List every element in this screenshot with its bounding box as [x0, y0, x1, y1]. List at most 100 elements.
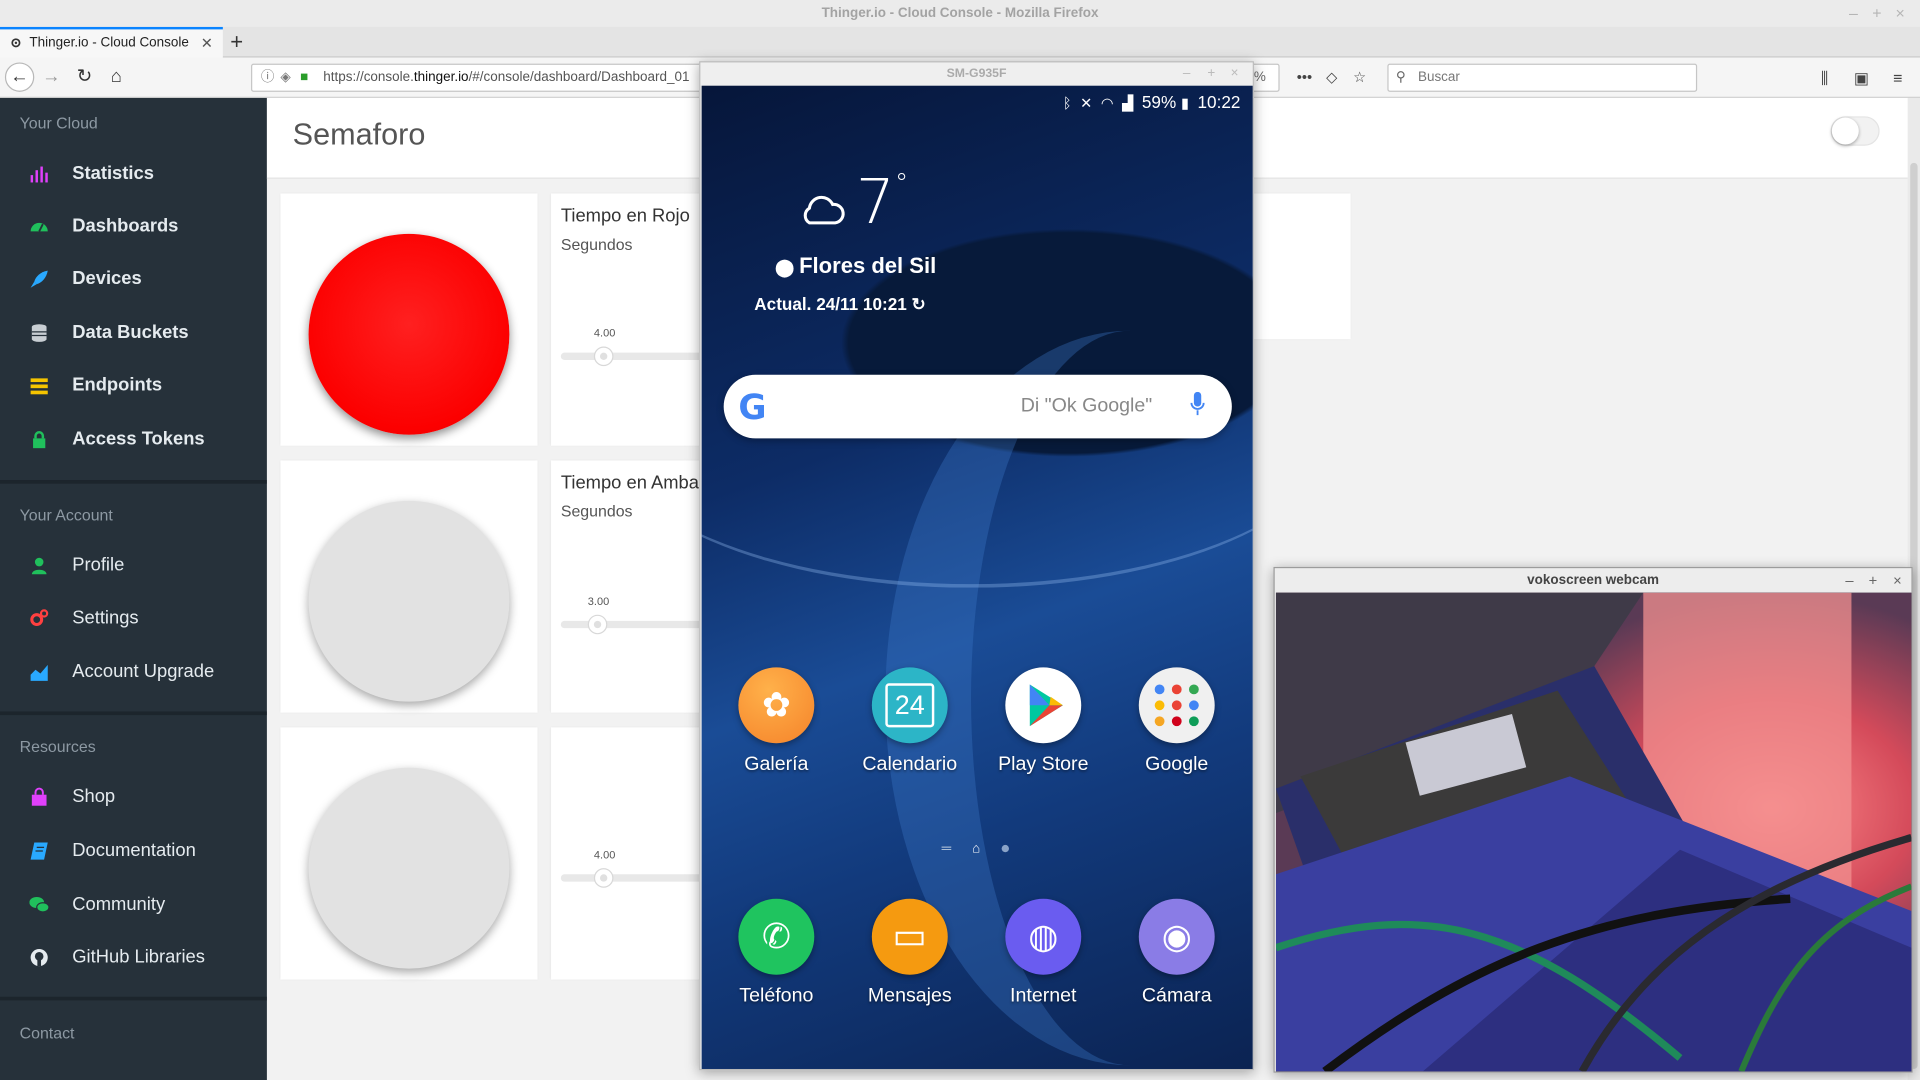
sidebar-item-label: Documentation	[72, 840, 196, 861]
app-telefono[interactable]: ✆ Teléfono	[718, 898, 836, 1008]
app-mensajes[interactable]: ▭ Mensajes	[851, 898, 969, 1008]
slider-widget-amber: Tiempo en Amba Segundos 3.00	[551, 460, 711, 713]
app-label: Cámara	[1141, 985, 1212, 1007]
comments-icon	[29, 896, 49, 913]
microphone-icon[interactable]	[1190, 391, 1205, 416]
sidebar-item-documentation[interactable]: Documentation	[0, 829, 267, 873]
sidebar-item-statistics[interactable]: Statistics	[0, 152, 267, 196]
folder-apps-grid-icon	[1154, 684, 1199, 727]
search-placeholder: Buscar	[1417, 69, 1460, 85]
tab-label: Thinger.io - Cloud Console	[29, 35, 189, 51]
app-play-store[interactable]: Play Store	[984, 667, 1102, 776]
widget-subtitle: Segundos	[560, 235, 633, 254]
library-icon[interactable]: ⫼	[1821, 69, 1828, 89]
weather-location[interactable]: ⬤ Flores del Sil	[775, 253, 936, 279]
home-page-indicator[interactable]: ═ ⌂	[942, 841, 1009, 856]
led-widget-green	[280, 727, 538, 980]
slider-handle[interactable]	[593, 868, 614, 888]
app-internet[interactable]: ◍ Internet	[984, 898, 1102, 1008]
page-dot	[1001, 844, 1009, 853]
reload-icon[interactable]: ↻	[71, 64, 98, 91]
close-window-icon[interactable]: ×	[1896, 4, 1905, 22]
database-icon	[31, 324, 47, 342]
sidebar-toggle-icon[interactable]: ▣	[1854, 69, 1869, 89]
close-window-icon[interactable]: ×	[1893, 568, 1902, 592]
widget-subtitle: Segundos	[560, 502, 633, 521]
phone-screen: ᛒ ✕ ◠ ▟ 59% ▮ 10:22 7° ⬤ Flores del Sil …	[701, 85, 1253, 1069]
minimize-icon[interactable]: –	[1849, 4, 1858, 22]
minimize-icon[interactable]: –	[1183, 62, 1191, 85]
slider-track[interactable]	[560, 874, 708, 882]
sidebar-item-profile[interactable]: Profile	[0, 544, 267, 588]
zoom-indicator[interactable]: %	[1254, 65, 1266, 91]
github-icon	[30, 948, 48, 967]
sidebar-item-devices[interactable]: Devices	[0, 257, 267, 301]
hamburger-menu-icon[interactable]: ≡	[1893, 69, 1902, 87]
bookmark-star-icon[interactable]: ☆	[1353, 69, 1366, 86]
sidebar-item-settings[interactable]: Settings	[0, 596, 267, 640]
section-resources: Resources	[19, 737, 96, 756]
app-calendario[interactable]: 24 Calendario	[851, 667, 969, 776]
app-galeria[interactable]: ✿ Galería	[718, 667, 836, 776]
app-label: Google	[1145, 754, 1209, 776]
sidebar-item-account-upgrade[interactable]: Account Upgrade	[0, 650, 267, 694]
sidebar-item-community[interactable]: Community	[0, 883, 267, 927]
location-name: Flores del Sil	[799, 253, 937, 278]
phone-clock: 10:22	[1197, 91, 1241, 112]
slider-track[interactable]	[560, 620, 708, 629]
thinger-sidebar: Your Cloud Statistics Dashboards Devices…	[0, 97, 267, 1080]
calendar-icon: 24	[871, 667, 948, 744]
maximize-icon[interactable]: +	[1869, 568, 1878, 592]
sidebar-item-label: Community	[72, 893, 166, 915]
page-title: Semaforo	[292, 117, 426, 152]
forward-arrow-icon[interactable]: →	[38, 64, 65, 91]
weather-updated[interactable]: Actual. 24/11 10:21 ↻	[754, 294, 926, 315]
slider-widget-red: Tiempo en Rojo Segundos 4.00	[551, 193, 711, 446]
webcam-feed	[1275, 592, 1912, 1072]
cogs-icon	[30, 609, 49, 627]
widget-title: Tiempo en Amba	[560, 472, 699, 494]
partial-widget	[1246, 193, 1351, 340]
page-actions-icon[interactable]: •••	[1297, 69, 1312, 86]
back-arrow-icon[interactable]: ←	[4, 62, 35, 92]
edit-mode-toggle[interactable]	[1830, 116, 1880, 146]
tracking-shield-icon[interactable]: ◈	[280, 65, 290, 91]
slider-value: 4.00	[593, 848, 616, 861]
google-search-widget[interactable]: G Di "Ok Google"	[723, 374, 1232, 439]
pocket-icon[interactable]: ◇	[1326, 69, 1337, 86]
calendar-day: 24	[885, 683, 935, 728]
google-search-hint: Di "Ok Google"	[1020, 395, 1153, 417]
slider-handle[interactable]	[593, 346, 614, 367]
home-icon[interactable]: ⌂	[103, 64, 130, 91]
sidebar-item-access-tokens[interactable]: Access Tokens	[0, 418, 267, 462]
sidebar-item-label: Statistics	[72, 162, 154, 184]
new-tab-icon[interactable]: +	[230, 27, 243, 56]
app-camara[interactable]: ◉ Cámara	[1118, 898, 1236, 1008]
app-google-folder[interactable]: Google	[1118, 667, 1236, 776]
refresh-icon[interactable]: ↻	[912, 294, 926, 314]
slider-handle[interactable]	[587, 614, 608, 635]
url-domain: thinger.io	[413, 69, 469, 85]
close-tab-icon[interactable]: ✕	[201, 29, 213, 56]
slider-widget-green: 4.00	[551, 727, 711, 980]
sidebar-divider	[0, 996, 267, 1001]
sidebar-item-label: Settings	[72, 607, 139, 629]
info-icon[interactable]: ⓘ	[261, 65, 274, 91]
sidebar-item-dashboards[interactable]: Dashboards	[0, 204, 267, 248]
search-bar[interactable]: ⚲ Buscar	[1387, 63, 1698, 92]
sidebar-divider	[0, 480, 267, 484]
maximize-icon[interactable]: +	[1872, 4, 1881, 22]
slider-track[interactable]	[560, 352, 708, 361]
sidebar-item-github-libraries[interactable]: GitHub Libraries	[0, 936, 267, 980]
sidebar-item-data-buckets[interactable]: Data Buckets	[0, 311, 267, 355]
sidebar-item-label: Account Upgrade	[72, 661, 215, 683]
battery-icon: ▮	[1180, 94, 1190, 112]
tab-thinger[interactable]: Thinger.io - Cloud Console ✕	[0, 26, 223, 58]
sidebar-item-shop[interactable]: Shop	[0, 775, 267, 819]
maximize-icon[interactable]: +	[1207, 62, 1215, 85]
area-chart-icon	[30, 664, 48, 681]
sidebar-item-endpoints[interactable]: Endpoints	[0, 364, 267, 408]
bar-chart-icon	[30, 166, 48, 183]
minimize-icon[interactable]: –	[1845, 568, 1853, 592]
close-window-icon[interactable]: ×	[1231, 62, 1239, 85]
